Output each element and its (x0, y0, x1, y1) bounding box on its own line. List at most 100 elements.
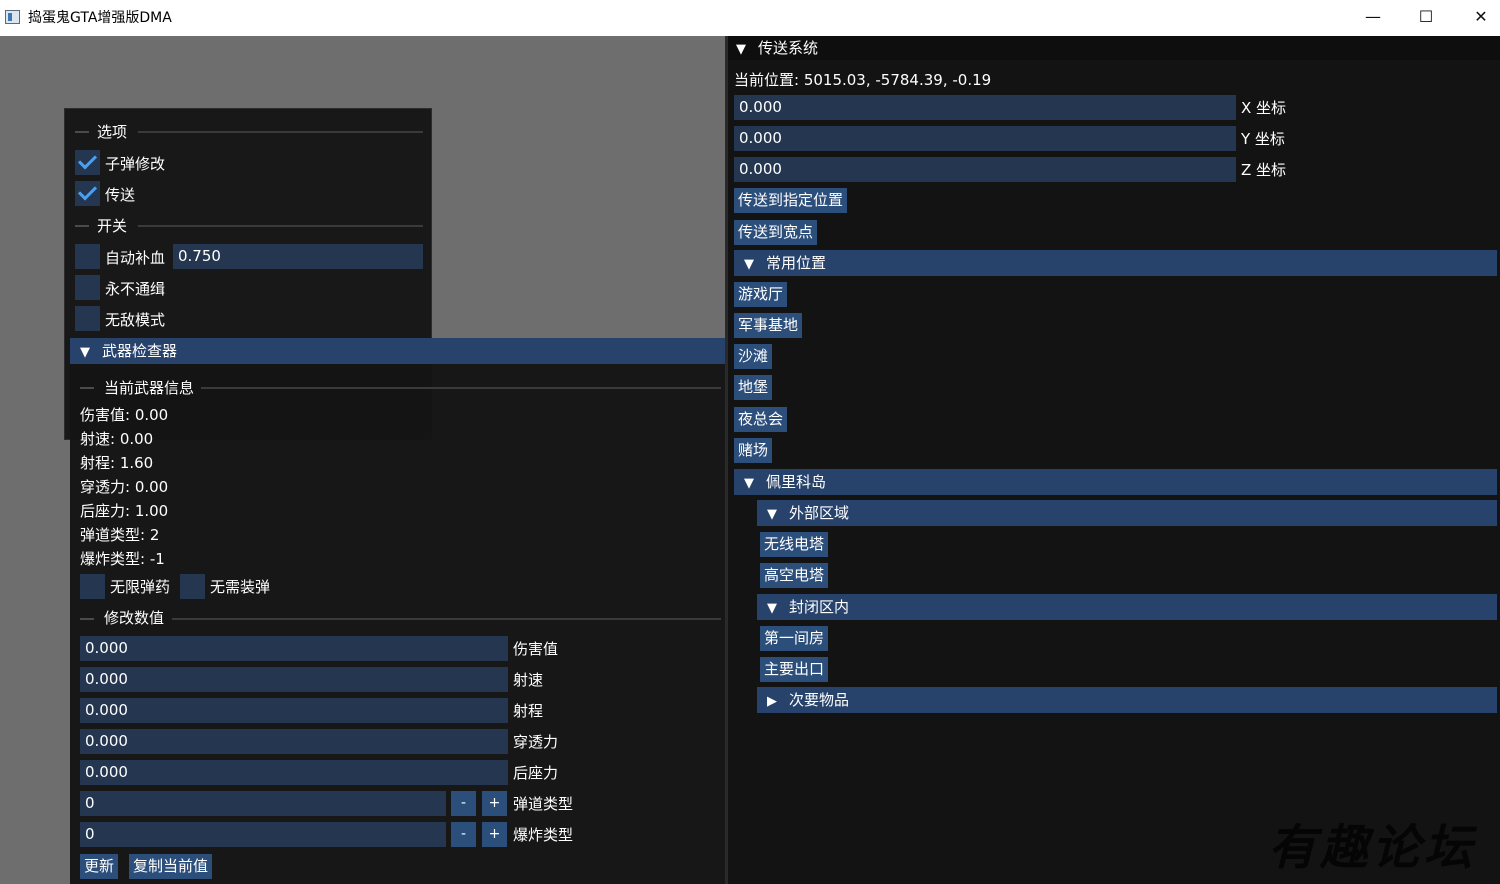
auto-heal-checkbox[interactable] (75, 244, 100, 269)
location-button-main-exit[interactable]: 主要出口 (760, 657, 829, 682)
penetration-input[interactable]: 0.000 (80, 729, 508, 754)
separator (138, 225, 423, 227)
check-icon (77, 181, 98, 201)
bullet-type-input[interactable]: 0 (80, 791, 446, 816)
location-button-first-room[interactable]: 第一间房 (760, 626, 829, 651)
fire-rate-label: 射速 (513, 671, 544, 689)
penetration-label: 穿透力 (513, 733, 559, 751)
cayo-perico-title: 佩里科岛 (766, 473, 827, 491)
x-coord-input[interactable]: 0.000 (734, 95, 1236, 120)
triangle-down-icon: ▼ (736, 42, 746, 57)
no-reload-checkbox[interactable] (180, 574, 205, 599)
triangle-down-icon: ▼ (744, 257, 754, 272)
weapon-inspector-panel: ▼ 武器检查器 当前武器信息 伤害值: 0.00 射速: 0.00 射程: 1.6… (70, 338, 730, 884)
location-button-radio-tower[interactable]: 无线电塔 (760, 532, 829, 557)
location-button-bunker[interactable]: 地堡 (734, 375, 773, 400)
no-reload-label: 无需装弹 (210, 578, 271, 596)
bullet-mod-checkbox[interactable] (75, 150, 100, 175)
stat-explosion-type: 爆炸类型: -1 (80, 550, 165, 568)
range-label: 射程 (513, 702, 544, 720)
teleport-title: 传送系统 (758, 39, 819, 57)
teleport-header[interactable]: ▼ 传送系统 (728, 36, 1500, 60)
common-locations-header[interactable]: ▼ 常用位置 (734, 250, 1497, 276)
section-info-label: 当前武器信息 (104, 379, 195, 397)
teleport-panel: ▼ 传送系统 当前位置: 5015.03, -5784.39, -0.19 0.0… (725, 36, 1500, 884)
explosion-type-plus-button[interactable]: + (482, 822, 507, 847)
section-options-label: 选项 (97, 123, 128, 141)
auto-heal-label: 自动补血 (105, 249, 166, 267)
fire-rate-input[interactable]: 0.000 (80, 667, 508, 692)
stat-damage: 伤害值: 0.00 (80, 406, 169, 424)
range-input[interactable]: 0.000 (80, 698, 508, 723)
never-wanted-checkbox[interactable] (75, 275, 100, 300)
maximize-button[interactable]: ☐ (1403, 0, 1449, 34)
triangle-down-icon: ▼ (80, 345, 90, 360)
watermark-logo: 有趣论坛 (1267, 820, 1476, 876)
explosion-type-label: 爆炸类型 (513, 826, 574, 844)
triangle-down-icon: ▼ (744, 476, 754, 491)
current-position: 当前位置: 5015.03, -5784.39, -0.19 (734, 71, 992, 89)
triangle-down-icon: ▼ (767, 507, 777, 522)
stat-recoil: 后座力: 1.00 (80, 502, 169, 520)
check-icon (77, 150, 98, 170)
location-button-nightclub[interactable]: 夜总会 (734, 407, 788, 432)
stat-bullet-type: 弹道类型: 2 (80, 526, 160, 544)
location-button-military-base[interactable]: 军事基地 (734, 313, 803, 338)
separator (80, 387, 94, 389)
teleport-to-waypoint-button[interactable]: 传送到宽点 (734, 220, 818, 245)
auto-heal-input[interactable]: 0.750 (173, 244, 423, 269)
separator (172, 618, 721, 620)
never-wanted-label: 永不通缉 (105, 280, 166, 298)
outer-area-title: 外部区域 (789, 504, 850, 522)
triangle-right-icon: ▶ (767, 694, 777, 709)
infinite-ammo-label: 无限弹药 (110, 578, 171, 596)
separator (75, 225, 89, 227)
stat-penetration: 穿透力: 0.00 (80, 478, 169, 496)
location-button-beach[interactable]: 沙滩 (734, 344, 773, 369)
cayo-perico-header[interactable]: ▼ 佩里科岛 (734, 469, 1497, 495)
explosion-type-input[interactable]: 0 (80, 822, 446, 847)
separator (201, 387, 721, 389)
secondary-items-title: 次要物品 (789, 691, 850, 709)
bullet-type-plus-button[interactable]: + (482, 791, 507, 816)
location-button-casino[interactable]: 赌场 (734, 438, 773, 463)
common-locations-title: 常用位置 (766, 254, 827, 272)
location-button-power-tower[interactable]: 高空电塔 (760, 563, 829, 588)
section-modify-label: 修改数值 (104, 609, 165, 627)
recoil-input[interactable]: 0.000 (80, 760, 508, 785)
god-mode-label: 无敌模式 (105, 311, 166, 329)
explosion-type-minus-button[interactable]: - (451, 822, 476, 847)
recoil-label: 后座力 (513, 764, 559, 782)
location-button-arcade[interactable]: 游戏厅 (734, 282, 788, 307)
outer-area-header[interactable]: ▼ 外部区域 (757, 500, 1497, 526)
y-coord-input[interactable]: 0.000 (734, 126, 1236, 151)
y-coord-label: Y 坐标 (1241, 130, 1285, 148)
compound-header[interactable]: ▼ 封闭区内 (757, 594, 1497, 620)
x-coord-label: X 坐标 (1241, 99, 1287, 117)
secondary-items-header[interactable]: ▶ 次要物品 (757, 687, 1497, 713)
separator (75, 131, 89, 133)
teleport-label: 传送 (105, 186, 136, 204)
separator (138, 131, 423, 133)
update-button[interactable]: 更新 (80, 854, 119, 879)
teleport-checkbox[interactable] (75, 181, 100, 206)
compound-title: 封闭区内 (789, 598, 850, 616)
bullet-type-label: 弹道类型 (513, 795, 574, 813)
teleport-to-position-button[interactable]: 传送到指定位置 (734, 188, 848, 213)
weapon-inspector-header[interactable]: ▼ 武器检查器 (70, 338, 730, 364)
section-switch-label: 开关 (97, 217, 128, 235)
damage-label: 伤害值 (513, 640, 559, 658)
minimize-button[interactable]: — (1350, 0, 1396, 34)
damage-input[interactable]: 0.000 (80, 636, 508, 661)
stat-range: 射程: 1.60 (80, 454, 154, 472)
infinite-ammo-checkbox[interactable] (80, 574, 105, 599)
triangle-down-icon: ▼ (767, 601, 777, 616)
copy-current-button[interactable]: 复制当前值 (129, 854, 213, 879)
close-button[interactable]: ✕ (1458, 0, 1500, 34)
god-mode-checkbox[interactable] (75, 306, 100, 331)
app-icon (5, 10, 20, 24)
bullet-type-minus-button[interactable]: - (451, 791, 476, 816)
bullet-mod-label: 子弹修改 (105, 155, 166, 173)
stat-fire-rate: 射速: 0.00 (80, 430, 154, 448)
z-coord-input[interactable]: 0.000 (734, 157, 1236, 182)
